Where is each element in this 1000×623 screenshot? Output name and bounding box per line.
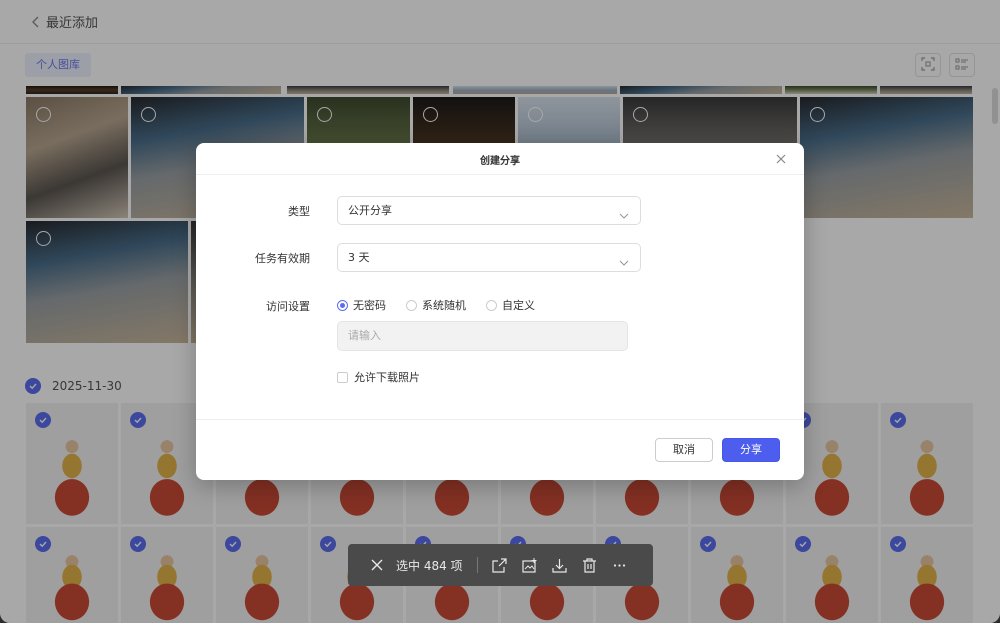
share-button[interactable]: 分享 <box>722 438 780 462</box>
close-icon[interactable] <box>774 152 788 166</box>
password-input[interactable]: 请输入 <box>337 321 628 351</box>
add-to-album-icon[interactable] <box>522 557 538 573</box>
chevron-down-icon <box>618 205 630 219</box>
type-value: 公开分享 <box>348 204 392 217</box>
access-label: 访问设置 <box>266 300 310 313</box>
close-icon[interactable] <box>370 558 384 572</box>
expiry-label: 任务有效期 <box>255 252 310 265</box>
dialog-header: 创建分享 <box>196 143 804 175</box>
allow-download-label: 允许下载照片 <box>354 371 420 384</box>
radio-dot[interactable] <box>337 299 348 311</box>
selected-count: 选中 484 项 <box>396 558 463 573</box>
divider <box>476 557 478 573</box>
chevron-down-icon <box>618 252 630 266</box>
create-share-dialog: 创建分享 类型 公开分享 任务有效期 3 天 访问设置 无密码 系统随机 自定义… <box>196 143 804 480</box>
radio-no-password[interactable]: 无密码 <box>337 297 386 313</box>
dialog-footer-divider <box>196 419 804 420</box>
allow-download-checkbox[interactable]: 允许下载照片 <box>337 369 420 385</box>
expiry-select[interactable]: 3 天 <box>337 243 641 272</box>
type-select[interactable]: 公开分享 <box>337 196 641 225</box>
selection-action-bar: 选中 484 项 <box>348 544 653 586</box>
radio-dot[interactable] <box>486 299 497 311</box>
dialog-title: 创建分享 <box>480 156 520 167</box>
checkbox-box[interactable] <box>337 371 348 383</box>
delete-icon[interactable] <box>582 557 598 573</box>
access-radio-group: 无密码 系统随机 自定义 <box>337 298 555 312</box>
radio-dot[interactable] <box>406 299 417 311</box>
radio-custom[interactable]: 自定义 <box>486 297 535 313</box>
radio-label: 系统随机 <box>422 299 466 312</box>
radio-label: 自定义 <box>502 299 535 312</box>
radio-label: 无密码 <box>353 299 386 312</box>
expiry-value: 3 天 <box>348 251 370 264</box>
type-label: 类型 <box>288 205 310 218</box>
cancel-button[interactable]: 取消 <box>655 438 713 462</box>
radio-system-random[interactable]: 系统随机 <box>406 297 466 313</box>
app-window: 最近添加 个人图库 2025-11-30 选中 484 项 创建分享 类型 公开… <box>0 0 1000 623</box>
download-icon[interactable] <box>552 557 568 573</box>
more-icon[interactable] <box>612 557 628 573</box>
share-icon[interactable] <box>492 557 508 573</box>
